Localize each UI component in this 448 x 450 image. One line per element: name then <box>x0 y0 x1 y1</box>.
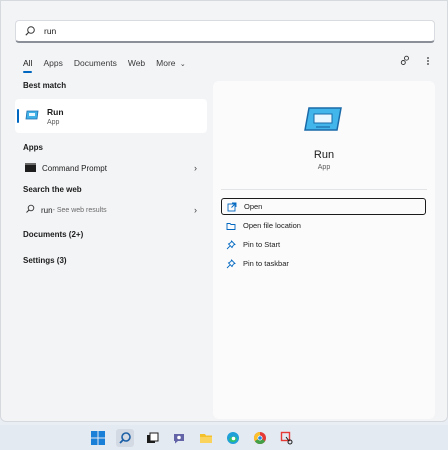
documents-group[interactable]: Documents (2+) <box>15 225 207 243</box>
tab-web[interactable]: Web <box>128 58 145 68</box>
teams-chat-icon[interactable] <box>170 429 188 447</box>
action-pin-to-taskbar[interactable]: Pin to taskbar <box>221 255 426 272</box>
filter-tabs: All Apps Documents Web More ⌄ <box>23 57 197 73</box>
best-match-run[interactable]: Run App <box>15 99 207 133</box>
windows-start-icon[interactable] <box>89 429 107 447</box>
chevron-right-icon[interactable]: › <box>194 205 197 215</box>
chevron-down-icon: ⌄ <box>179 61 186 68</box>
file-explorer-icon[interactable] <box>197 429 215 447</box>
pin-icon <box>226 258 236 269</box>
account-share-icon[interactable] <box>400 55 411 66</box>
pin-icon <box>226 239 236 250</box>
divider <box>221 189 427 190</box>
best-match-heading: Best match <box>23 81 67 90</box>
preview-title: Run <box>313 149 335 161</box>
best-match-name: Run <box>47 106 64 117</box>
action-open-file-location[interactable]: Open file location <box>221 217 426 234</box>
action-open-label: Open <box>244 202 263 211</box>
results-list: Best match Run App Apps Command Prompt ›… <box>15 81 207 269</box>
search-web-heading: Search the web <box>23 185 82 194</box>
snipping-tool-icon[interactable] <box>278 429 296 447</box>
tab-documents[interactable]: Documents <box>74 58 117 68</box>
run-app-icon <box>25 110 39 122</box>
tab-apps[interactable]: Apps <box>43 58 62 68</box>
search-input[interactable]: run <box>44 26 56 36</box>
taskbar <box>0 425 448 450</box>
chevron-right-icon[interactable]: › <box>194 163 197 173</box>
web-search-icon <box>25 204 35 216</box>
web-suffix: - See web results <box>52 206 107 214</box>
task-view-icon[interactable] <box>143 429 161 447</box>
preview-pane: Run App Open Open file location Pin to S… <box>213 81 435 419</box>
action-pin-to-start[interactable]: Pin to Start <box>221 236 426 253</box>
action-open-file-location-label: Open file location <box>243 221 301 230</box>
edge-icon[interactable] <box>224 429 242 447</box>
start-search-panel: run All Apps Documents Web More ⌄ Best m… <box>0 0 448 422</box>
tab-more-label: More <box>156 58 176 68</box>
tab-all[interactable]: All <box>23 58 33 73</box>
header-actions <box>400 55 433 66</box>
command-prompt-label: Command Prompt <box>42 163 107 173</box>
best-match-type: App <box>47 118 60 126</box>
search-icon <box>24 25 36 37</box>
apps-heading: Apps <box>23 143 43 152</box>
search-icon[interactable] <box>115 428 134 447</box>
tab-more[interactable]: More ⌄ <box>156 58 186 68</box>
folder-icon <box>226 221 236 231</box>
taskbar-icons <box>89 428 296 447</box>
action-pin-to-start-label: Pin to Start <box>243 240 281 249</box>
action-open[interactable]: Open <box>221 198 426 215</box>
more-options-icon[interactable] <box>423 56 433 66</box>
preview-type: App <box>317 164 331 171</box>
settings-group[interactable]: Settings (3) <box>15 251 207 269</box>
result-command-prompt[interactable]: Command Prompt › <box>15 157 207 179</box>
open-icon <box>227 202 237 212</box>
run-app-large-icon <box>303 105 343 133</box>
chrome-icon[interactable] <box>251 429 269 447</box>
search-box[interactable]: run <box>15 20 435 43</box>
web-query: run <box>41 205 53 215</box>
command-prompt-icon <box>25 162 36 174</box>
action-pin-to-taskbar-label: Pin to taskbar <box>243 259 289 268</box>
result-web-search[interactable]: run - See web results › <box>15 199 207 221</box>
